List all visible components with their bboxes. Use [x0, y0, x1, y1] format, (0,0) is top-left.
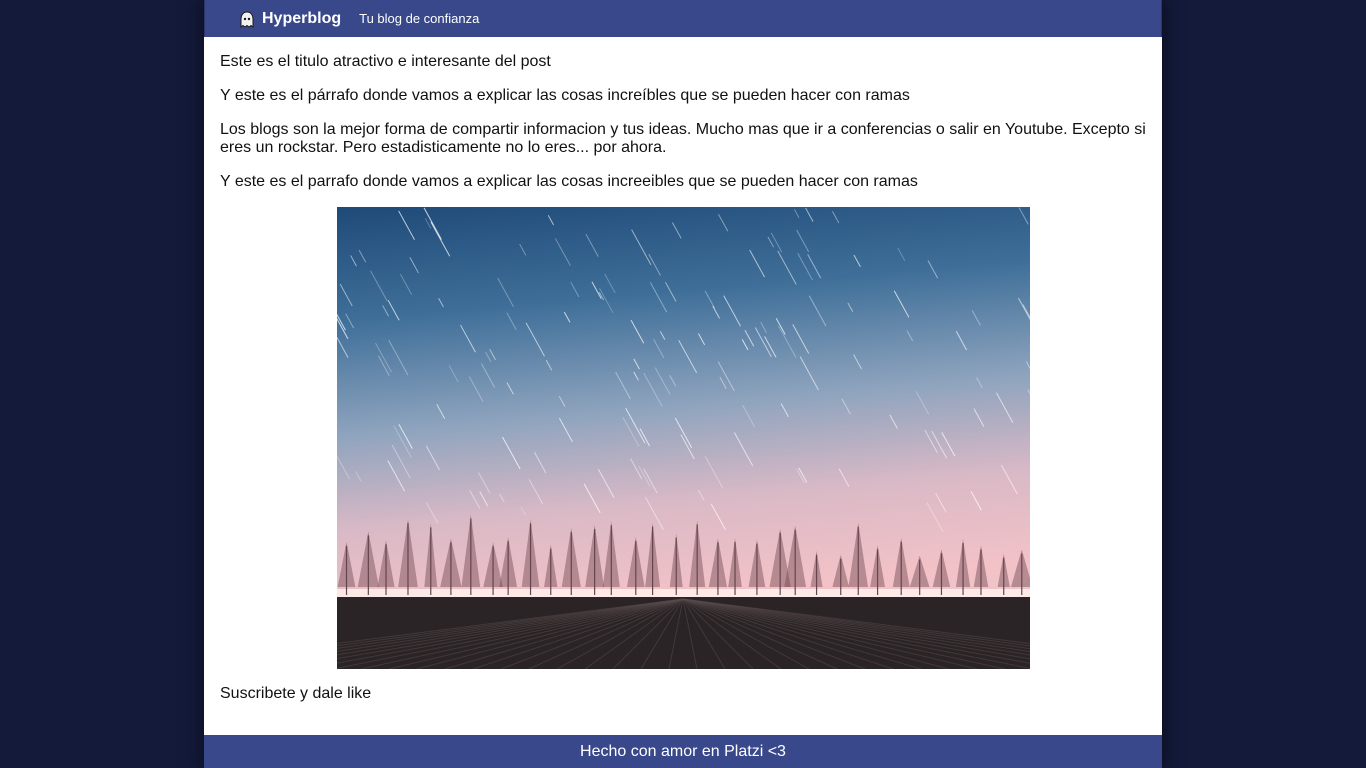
post-paragraph: Y este es el parrafo donde vamos a expli… [220, 173, 918, 190]
post-image [336, 207, 1030, 669]
post-title: Este es el titulo atractivo e interesant… [220, 53, 551, 70]
site-brand[interactable]: Hyperblog [262, 10, 341, 28]
post-content: Este es el titulo atractivo e interesant… [204, 37, 1162, 703]
site-tagline: Tu blog de confianza [359, 11, 480, 26]
ghost-icon[interactable] [238, 10, 256, 29]
site-header: Hyperblog Tu blog de confianza [204, 0, 1162, 37]
site-footer: Hecho con amor en Platzi <3 [204, 735, 1162, 768]
post-paragraph: Y este es el párrafo donde vamos a expli… [220, 87, 910, 104]
post-image-wrapper [220, 207, 1146, 669]
footer-text: Hecho con amor en Platzi <3 [580, 742, 786, 760]
page-container: Hyperblog Tu blog de confianza Este es e… [204, 0, 1162, 768]
post-paragraph: Los blogs son la mejor forma de comparti… [220, 121, 1146, 156]
post-cta: Suscribete y dale like [220, 685, 372, 702]
